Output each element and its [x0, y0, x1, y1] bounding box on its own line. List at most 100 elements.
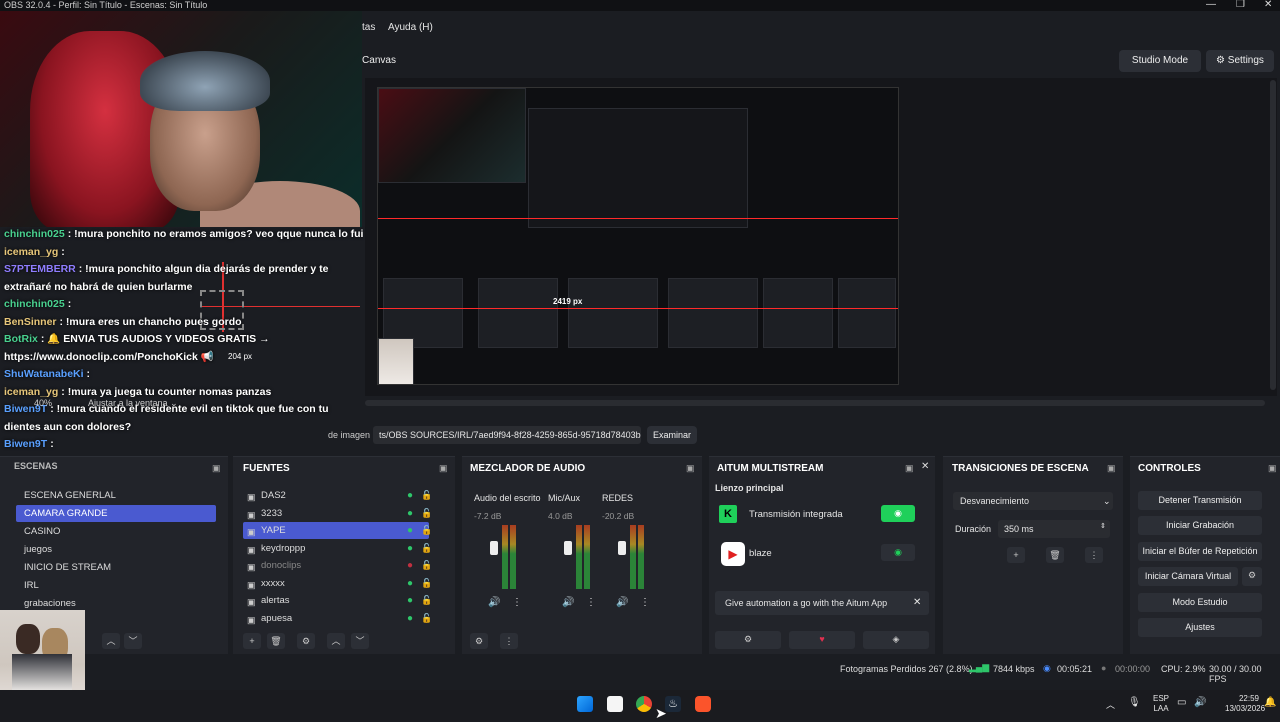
lock-icon[interactable]: 🔓 [421, 522, 432, 539]
microphone-icon[interactable]: 🎙 [1128, 697, 1141, 708]
stream-toggle-active[interactable]: ◉ [881, 505, 915, 522]
move-up-icon[interactable]: ︿ [327, 633, 345, 649]
add-source-icon[interactable]: + [243, 633, 261, 649]
volume-fader[interactable] [618, 541, 626, 555]
stream-toggle-inactive[interactable]: ◉ [881, 544, 915, 561]
dock-menu-icon[interactable]: ▣ [1107, 463, 1116, 474]
scene-item[interactable]: ESCENA GENERLAL [16, 487, 216, 504]
source-item[interactable]: ▣ keydroppp ● 🔓 [243, 540, 432, 557]
add-transition-icon[interactable]: + [1007, 547, 1025, 563]
scene-item[interactable]: CAMARA GRANDE [16, 505, 216, 522]
stop-stream-button[interactable]: Detener Transmisión [1138, 491, 1262, 510]
move-down-icon[interactable]: ﹀ [351, 633, 369, 649]
gear-icon[interactable]: ⚙ [715, 631, 781, 649]
dock-menu-icon[interactable]: ▣ [905, 463, 914, 474]
speaker-icon[interactable]: 🔊 [562, 597, 574, 608]
image-path-field[interactable]: ts/OBS SOURCES/IRL/7aed9f94-8f28-4259-86… [373, 426, 641, 444]
eye-icon[interactable]: ● [407, 592, 413, 609]
more-options-icon[interactable]: ⋮ [640, 597, 650, 608]
lock-icon[interactable]: 🔓 [421, 540, 432, 557]
eye-icon[interactable]: ● [407, 575, 413, 592]
volume-icon[interactable]: 🔊 [1194, 697, 1206, 708]
browse-button[interactable]: Examinar [647, 426, 697, 444]
speaker-icon[interactable]: 🔊 [616, 597, 628, 608]
more-options-icon[interactable]: ⋮ [512, 597, 522, 608]
canvas-button[interactable]: Canvas [362, 50, 396, 72]
close-icon[interactable]: ✕ [921, 461, 929, 472]
scene-item[interactable]: IRL [16, 577, 216, 594]
source-item[interactable]: ▣ DAS2 ● 🔓 [243, 487, 432, 504]
clock[interactable]: 22:59 13/03/2026 [1225, 694, 1265, 714]
spinner-icon[interactable]: ⇕ [1100, 518, 1106, 536]
minimize-icon[interactable]: — [1206, 0, 1216, 10]
gear-icon[interactable]: ⚙ [1242, 567, 1262, 586]
move-down-icon[interactable]: ﹀ [124, 633, 142, 649]
lock-icon[interactable]: 🔓 [421, 610, 432, 627]
gear-icon[interactable]: ⚙ [297, 633, 315, 649]
studio-mode-button[interactable]: Studio Mode [1119, 50, 1201, 72]
vertical-scrollbar[interactable] [1270, 80, 1276, 390]
dock-menu-icon[interactable]: ▣ [212, 463, 221, 474]
move-up-icon[interactable]: ︿ [102, 633, 120, 649]
more-options-icon[interactable]: ⋮ [500, 633, 518, 649]
volume-fader[interactable] [564, 541, 572, 555]
eye-hidden-icon[interactable]: ● [407, 557, 413, 574]
discord-icon[interactable]: ◈ [863, 631, 929, 649]
language-indicator[interactable]: ESP LAA [1151, 694, 1171, 714]
dock-menu-icon[interactable]: ▣ [686, 463, 695, 474]
windows-start-icon[interactable] [577, 696, 593, 712]
lock-icon[interactable]: 🔓 [421, 487, 432, 504]
speaker-icon[interactable]: 🔊 [488, 597, 500, 608]
eye-icon[interactable]: ● [407, 522, 413, 539]
trash-icon[interactable]: 🗑 [1046, 547, 1064, 563]
settings-button[interactable]: ⚙ Settings [1206, 50, 1274, 72]
dock-menu-icon[interactable]: ▣ [439, 463, 448, 474]
volume-fader[interactable] [490, 541, 498, 555]
source-item[interactable]: ▣ donoclips ● 🔓 [243, 557, 432, 574]
settings-button[interactable]: Ajustes [1138, 618, 1262, 637]
notification-bell-icon[interactable]: 🔔 [1264, 697, 1276, 708]
heart-icon[interactable]: ♥ [789, 631, 855, 649]
scene-item[interactable]: CASINO [16, 523, 216, 540]
start-recording-button[interactable]: Iniciar Grabación [1138, 516, 1262, 535]
eye-icon[interactable]: ● [407, 505, 413, 522]
menu-tools[interactable]: tas [362, 22, 375, 33]
chrome-icon[interactable] [636, 696, 652, 712]
close-icon[interactable]: ✕ [1264, 0, 1272, 10]
trash-icon[interactable]: 🗑 [267, 633, 285, 649]
brave-icon[interactable] [695, 696, 711, 712]
start-virtual-camera-button[interactable]: Iniciar Cámara Virtual [1138, 567, 1238, 586]
maximize-icon[interactable]: ❐ [1236, 0, 1245, 10]
chevron-up-icon[interactable]: ︿ [1106, 698, 1115, 711]
dock-menu-icon[interactable]: ▣ [1268, 463, 1277, 474]
steam-icon[interactable]: ♨ [665, 696, 681, 712]
menu-help[interactable]: Ayuda (H) [388, 22, 433, 33]
eye-icon[interactable]: ● [407, 540, 413, 557]
zoom-fit-dropdown[interactable]: Ajustar a la ventana ⌄ [88, 398, 178, 409]
studio-mode-button[interactable]: Modo Estudio [1138, 593, 1262, 612]
source-item[interactable]: ▣ xxxxx ● 🔓 [243, 575, 432, 592]
network-icon[interactable]: ▭ [1177, 697, 1186, 708]
source-item[interactable]: ▣ alertas ● 🔓 [243, 592, 432, 609]
zoom-level[interactable]: 40% [34, 398, 52, 408]
lock-icon[interactable]: 🔓 [421, 575, 432, 592]
eye-icon[interactable]: ● [407, 610, 413, 627]
source-item[interactable]: ▣ 3233 ● 🔓 [243, 505, 432, 522]
eye-icon[interactable]: ● [407, 487, 413, 504]
source-item[interactable]: ▣ YAPE ● 🔓 [243, 522, 432, 539]
automation-text[interactable]: Give automation a go with the Aitum App [725, 598, 887, 608]
file-icon[interactable] [607, 696, 623, 712]
lock-icon[interactable]: 🔓 [421, 505, 432, 522]
preview-canvas[interactable]: 2419 px [377, 87, 899, 385]
scene-item[interactable]: juegos [16, 541, 216, 558]
lock-icon[interactable]: 🔓 [421, 557, 432, 574]
scene-item[interactable]: INICIO DE STREAM [16, 559, 216, 576]
horizontal-scrollbar[interactable] [365, 400, 1265, 406]
source-item[interactable]: ▣ apuesa ● 🔓 [243, 610, 432, 627]
gear-icon[interactable]: ⚙ [470, 633, 488, 649]
close-icon[interactable]: ✕ [913, 597, 921, 608]
duration-field[interactable]: 350 ms ⇕ [998, 520, 1110, 538]
more-options-icon[interactable]: ⋮ [1085, 547, 1103, 563]
start-replay-buffer-button[interactable]: Iniciar el Búfer de Repetición [1138, 542, 1262, 561]
lock-icon[interactable]: 🔓 [421, 592, 432, 609]
